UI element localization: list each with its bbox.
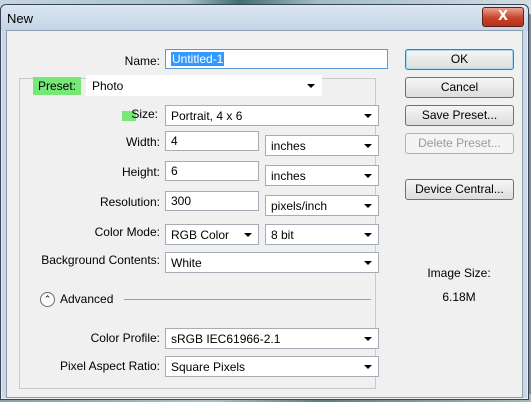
close-icon: X	[497, 9, 509, 24]
size-select[interactable]: Portrait, 4 x 6	[165, 105, 379, 126]
advanced-label: Advanced	[60, 292, 114, 306]
preset-select-value: Photo	[92, 79, 124, 93]
height-unit-select[interactable]: inches	[265, 165, 379, 186]
close-button[interactable]: X	[482, 7, 524, 27]
chevron-down-icon	[364, 233, 372, 237]
height-input-value: 6	[171, 164, 178, 178]
width-unit-value: inches	[271, 139, 306, 153]
background-contents-select[interactable]: White	[165, 252, 379, 273]
color-mode-select[interactable]: RGB Color	[165, 224, 259, 245]
chevron-down-icon	[364, 365, 372, 369]
size-select-value: Portrait, 4 x 6	[171, 109, 243, 123]
height-unit-value: inches	[271, 169, 306, 183]
chevron-down-icon	[364, 114, 372, 118]
dialog-body: Name: Untitled-1 Preset: Photo Size: Por…	[6, 30, 523, 398]
ok-button[interactable]: OK	[405, 49, 514, 70]
name-input-value: Untitled-1	[171, 52, 225, 66]
chevron-down-icon	[307, 84, 315, 88]
bit-depth-select[interactable]: 8 bit	[265, 224, 379, 245]
resolution-unit-value: pixels/inch	[271, 199, 328, 213]
dialog-title: New	[7, 11, 34, 26]
name-label: Name:	[124, 54, 160, 68]
delete-preset-button[interactable]: Delete Preset...	[405, 133, 514, 154]
device-central-button[interactable]: Device Central...	[405, 179, 514, 200]
width-input[interactable]: 4	[165, 131, 259, 151]
save-preset-button[interactable]: Save Preset...	[405, 105, 514, 126]
color-profile-select[interactable]: sRGB IEC61966-2.1	[165, 328, 379, 349]
width-label: Width:	[125, 135, 160, 149]
resolution-label: Resolution:	[99, 195, 160, 209]
chevron-down-icon	[364, 261, 372, 265]
name-input[interactable]: Untitled-1	[165, 49, 388, 69]
image-size-value: 6.18M	[442, 290, 476, 304]
pixel-aspect-ratio-label: Pixel Aspect Ratio:	[59, 359, 160, 373]
advanced-toggle-button[interactable]: ⌃	[40, 292, 55, 307]
chevron-down-icon	[244, 233, 252, 237]
background-contents-value: White	[171, 256, 202, 270]
height-label: Height:	[121, 165, 160, 179]
size-label: Size:	[131, 107, 158, 121]
advanced-separator	[124, 299, 371, 300]
chevron-down-icon	[364, 204, 372, 208]
cancel-button[interactable]: Cancel	[405, 77, 514, 98]
color-profile-value: sRGB IEC61966-2.1	[171, 332, 281, 346]
chevron-down-icon	[364, 174, 372, 178]
preset-select[interactable]: Photo	[86, 75, 322, 96]
bit-depth-value: 8 bit	[271, 228, 294, 242]
height-input[interactable]: 6	[165, 161, 259, 181]
chevron-down-icon	[364, 144, 372, 148]
preset-label: Preset:	[33, 77, 81, 95]
color-mode-value: RGB Color	[171, 228, 230, 242]
resolution-input[interactable]: 300	[165, 191, 259, 211]
color-mode-label: Color Mode:	[94, 225, 160, 239]
color-profile-label: Color Profile:	[90, 331, 160, 345]
resolution-unit-select[interactable]: pixels/inch	[265, 195, 379, 216]
background-contents-label: Background Contents:	[41, 253, 160, 267]
pixel-aspect-ratio-value: Square Pixels	[171, 360, 246, 374]
new-document-dialog: New X Name: Untitled-1 Preset: Photo Siz…	[0, 4, 529, 400]
title-bar: New X	[1, 5, 528, 31]
resolution-input-value: 300	[171, 194, 192, 208]
double-chevron-up-icon: ⌃	[43, 294, 52, 304]
pixel-aspect-ratio-select[interactable]: Square Pixels	[165, 356, 379, 377]
chevron-down-icon	[364, 337, 372, 341]
width-input-value: 4	[171, 134, 178, 148]
width-unit-select[interactable]: inches	[265, 135, 379, 156]
image-size-label: Image Size:	[427, 266, 491, 280]
